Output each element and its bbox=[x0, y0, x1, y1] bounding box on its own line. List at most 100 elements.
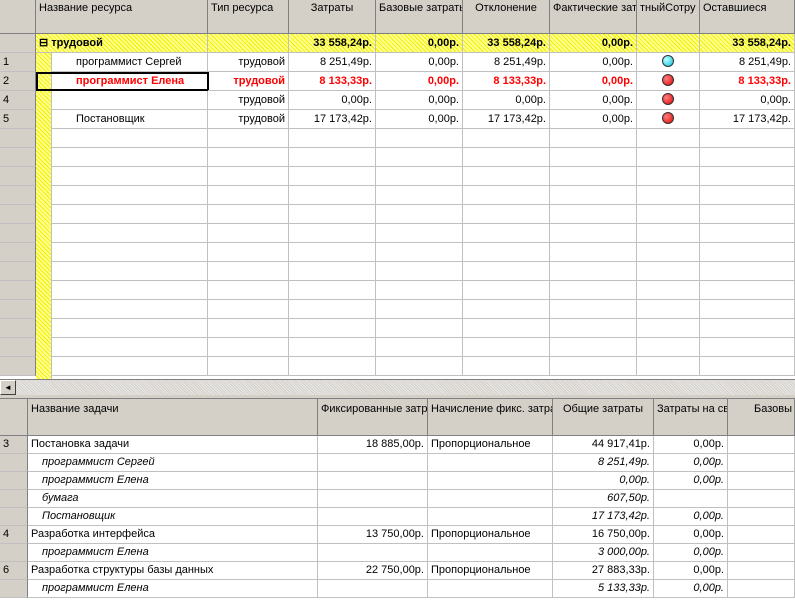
group-variance[interactable]: 33 558,24р. bbox=[463, 34, 550, 53]
empty-cell[interactable] bbox=[463, 205, 550, 224]
indicator-cell[interactable] bbox=[637, 91, 700, 110]
empty-cell[interactable] bbox=[376, 167, 463, 186]
task-fixed-cell[interactable] bbox=[318, 544, 428, 562]
empty-cell[interactable] bbox=[700, 319, 795, 338]
empty-cell[interactable] bbox=[376, 262, 463, 281]
empty-row[interactable] bbox=[0, 243, 795, 262]
resource-cost-cell[interactable]: 8 251,49р. bbox=[289, 53, 376, 72]
empty-cell[interactable] bbox=[208, 224, 289, 243]
col-total-cost[interactable]: Общие затраты bbox=[553, 399, 654, 436]
empty-cell[interactable] bbox=[376, 357, 463, 376]
task-name-cell[interactable]: Разработка интерфейса bbox=[28, 526, 318, 544]
row-number[interactable] bbox=[0, 357, 36, 376]
empty-cell[interactable] bbox=[550, 281, 637, 300]
empty-cell[interactable] bbox=[463, 300, 550, 319]
row-number[interactable] bbox=[0, 224, 36, 243]
empty-cell[interactable] bbox=[376, 319, 463, 338]
resource-name-cell[interactable]: программист Елена bbox=[36, 72, 209, 91]
task-base-cell[interactable] bbox=[728, 454, 795, 472]
resource-actual-cell[interactable]: 0,00р. bbox=[550, 53, 637, 72]
empty-cell[interactable] bbox=[376, 129, 463, 148]
task-accrual-cell[interactable] bbox=[428, 580, 553, 598]
task-fixed-cell[interactable] bbox=[318, 580, 428, 598]
resource-cost-cell[interactable]: 17 173,42р. bbox=[289, 110, 376, 129]
group-name[interactable]: ⊟ трудовой bbox=[36, 34, 208, 53]
empty-row[interactable] bbox=[0, 300, 795, 319]
col-baseline[interactable]: Базовы bbox=[728, 399, 795, 436]
empty-cell[interactable] bbox=[463, 224, 550, 243]
col-remaining[interactable]: Оставшиеся bbox=[700, 0, 795, 34]
task-name-cell[interactable]: бумага bbox=[28, 490, 318, 508]
resource-name-cell[interactable] bbox=[52, 91, 208, 110]
row-number[interactable]: 1 bbox=[0, 53, 36, 72]
resource-type-cell[interactable]: трудовой bbox=[208, 110, 289, 129]
resource-baseline-cell[interactable]: 0,00р. bbox=[376, 53, 463, 72]
group-cost[interactable]: 33 558,24р. bbox=[289, 34, 376, 53]
task-row[interactable]: бумага 607,50р. bbox=[0, 490, 795, 508]
empty-cell[interactable] bbox=[700, 300, 795, 319]
resource-type-cell[interactable]: трудовой bbox=[208, 53, 289, 72]
group-actual[interactable]: 0,00р. bbox=[550, 34, 637, 53]
empty-cell[interactable] bbox=[376, 186, 463, 205]
empty-cell[interactable] bbox=[700, 167, 795, 186]
empty-cell[interactable] bbox=[52, 319, 208, 338]
resource-variance-cell[interactable]: 8 133,33р. bbox=[463, 72, 550, 91]
empty-cell[interactable] bbox=[52, 300, 208, 319]
task-overtime-cell[interactable]: 0,00р. bbox=[654, 436, 728, 454]
resource-remaining-cell[interactable]: 17 173,42р. bbox=[700, 110, 795, 129]
empty-cell[interactable] bbox=[52, 243, 208, 262]
resource-variance-cell[interactable]: 8 251,49р. bbox=[463, 53, 550, 72]
task-overtime-cell[interactable]: 0,00р. bbox=[654, 454, 728, 472]
indicator-cell[interactable] bbox=[637, 110, 700, 129]
task-overtime-cell[interactable] bbox=[654, 490, 728, 508]
task-base-cell[interactable] bbox=[728, 562, 795, 580]
task-row[interactable]: 6 Разработка структуры базы данных 22 750,… bbox=[0, 562, 795, 580]
task-accrual-cell[interactable]: Пропорциональное bbox=[428, 436, 553, 454]
task-name-cell[interactable]: программист Елена bbox=[28, 580, 318, 598]
empty-cell[interactable] bbox=[376, 148, 463, 167]
resource-type-cell[interactable]: трудовой bbox=[208, 91, 289, 110]
resource-actual-cell[interactable]: 0,00р. bbox=[550, 72, 637, 91]
empty-cell[interactable] bbox=[52, 281, 208, 300]
task-accrual-cell[interactable] bbox=[428, 544, 553, 562]
empty-cell[interactable] bbox=[637, 319, 700, 338]
col-actual-cost[interactable]: Фактические затраты bbox=[550, 0, 637, 34]
task-name-cell[interactable]: Постановка задачи bbox=[28, 436, 318, 454]
empty-cell[interactable] bbox=[52, 186, 208, 205]
task-total-cell[interactable]: 5 133,33р. bbox=[553, 580, 654, 598]
task-total-cell[interactable]: 17 173,42р. bbox=[553, 508, 654, 526]
empty-cell[interactable] bbox=[550, 224, 637, 243]
empty-cell[interactable] bbox=[208, 243, 289, 262]
task-name-cell[interactable]: Постановщик bbox=[28, 508, 318, 526]
task-select-all[interactable] bbox=[0, 399, 28, 436]
empty-cell[interactable] bbox=[700, 281, 795, 300]
resource-type-cell[interactable]: трудовой bbox=[208, 72, 289, 91]
group-remaining[interactable]: 33 558,24р. bbox=[700, 34, 795, 53]
col-variance[interactable]: Отклонение bbox=[463, 0, 550, 34]
row-number[interactable] bbox=[0, 319, 36, 338]
indicator-cell[interactable] bbox=[637, 53, 700, 72]
empty-cell[interactable] bbox=[52, 224, 208, 243]
empty-cell[interactable] bbox=[550, 243, 637, 262]
empty-cell[interactable] bbox=[637, 300, 700, 319]
resource-name-cell[interactable]: программист Сергей bbox=[52, 53, 208, 72]
empty-cell[interactable] bbox=[637, 224, 700, 243]
select-all-corner[interactable] bbox=[0, 0, 36, 34]
empty-cell[interactable] bbox=[463, 357, 550, 376]
empty-cell[interactable] bbox=[550, 262, 637, 281]
row-number[interactable] bbox=[0, 148, 36, 167]
col-indicator[interactable]: тныйСотру bbox=[637, 0, 700, 34]
task-row[interactable]: программист Елена 3 000,00р. 0,00р. bbox=[0, 544, 795, 562]
row-number[interactable]: 5 bbox=[0, 110, 36, 129]
task-total-cell[interactable]: 16 750,00р. bbox=[553, 526, 654, 544]
resource-baseline-cell[interactable]: 0,00р. bbox=[376, 110, 463, 129]
task-row-number[interactable]: 6 bbox=[0, 562, 28, 580]
empty-cell[interactable] bbox=[700, 148, 795, 167]
empty-cell[interactable] bbox=[52, 338, 208, 357]
row-number[interactable]: 4 bbox=[0, 91, 36, 110]
empty-cell[interactable] bbox=[289, 129, 376, 148]
empty-cell[interactable] bbox=[208, 338, 289, 357]
empty-cell[interactable] bbox=[52, 167, 208, 186]
task-row[interactable]: программист Елена 5 133,33р. 0,00р. bbox=[0, 580, 795, 598]
empty-cell[interactable] bbox=[52, 129, 208, 148]
